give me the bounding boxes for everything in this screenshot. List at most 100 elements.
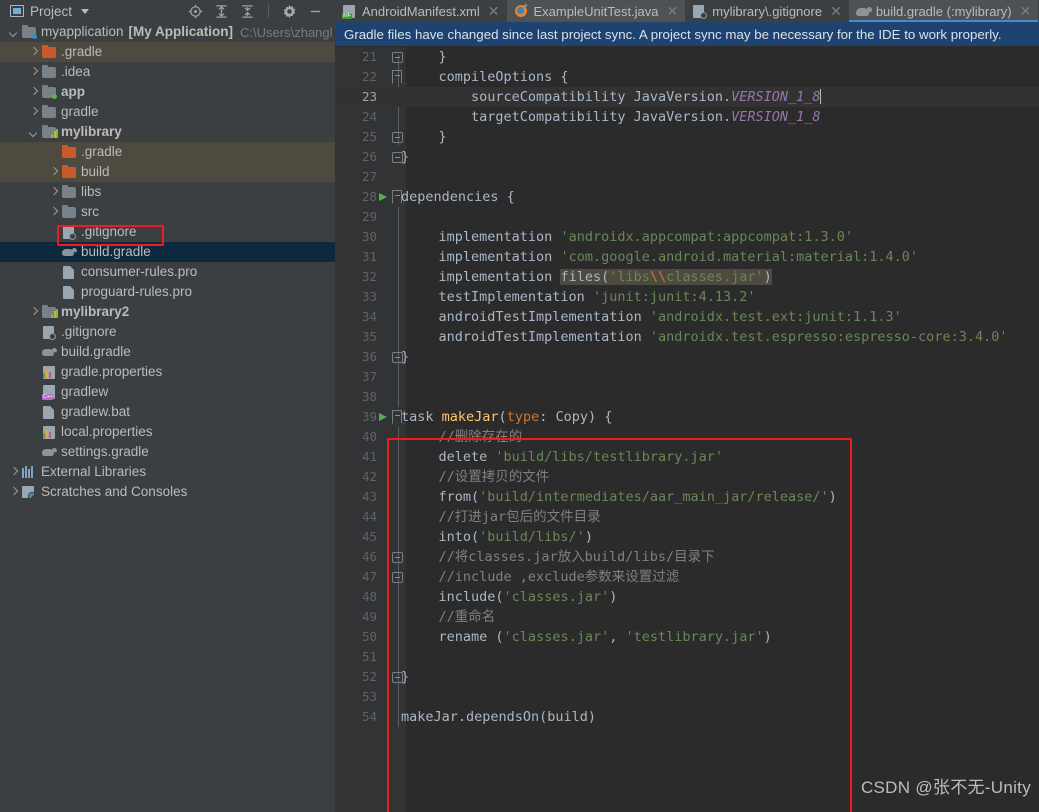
tree-row-mylibrary-gradle[interactable]: .gradle: [0, 142, 335, 162]
chevron-right-icon[interactable]: [48, 207, 59, 218]
code-line-current: 23 sourceCompatibility JavaVersion.VERSI…: [335, 87, 1039, 107]
code-line: 29: [335, 207, 1039, 227]
folder-grey-icon: [61, 204, 77, 220]
tree-row-settings-gradle[interactable]: settings.gradle: [0, 442, 335, 462]
project-tree[interactable]: myapplication [My Application] C:\Users\…: [0, 22, 335, 812]
close-icon[interactable]: ✕: [485, 4, 500, 18]
line-number: 37: [361, 369, 377, 384]
tab-build-gradle-mylibrary[interactable]: build.gradle (:mylibrary) ✕: [848, 0, 1039, 22]
chevron-down-icon[interactable]: [28, 127, 39, 138]
chevron-down-icon[interactable]: [81, 8, 90, 14]
code-line: 50 rename ('classes.jar', 'testlibrary.j…: [335, 627, 1039, 647]
chevron-right-icon[interactable]: [48, 187, 59, 198]
settings-gear-icon[interactable]: [282, 4, 297, 19]
tree-row-gradle-folder[interactable]: .gradle: [0, 42, 335, 62]
close-icon[interactable]: ✕: [1017, 4, 1032, 18]
tree-row-libs[interactable]: libs: [0, 182, 335, 202]
tree-row-mylibrary-gitignore[interactable]: .gitignore: [0, 222, 335, 242]
chevron-right-icon[interactable]: [8, 487, 19, 498]
line-number: 49: [361, 609, 377, 624]
line-number: 33: [361, 289, 377, 304]
code-line: 21 }: [335, 47, 1039, 67]
tree-row-mylibrary2[interactable]: mylibrary2: [0, 302, 335, 322]
expand-all-icon[interactable]: [214, 4, 229, 19]
code-line: 26}: [335, 147, 1039, 167]
tree-row-gradlew-bat[interactable]: gradlew.bat: [0, 402, 335, 422]
code-line: 27: [335, 167, 1039, 187]
tree-row-app[interactable]: app: [0, 82, 335, 102]
watermark-text: CSDN @张不无-Unity: [860, 778, 1031, 797]
line-number: 24: [361, 109, 377, 124]
line-number: 36: [361, 349, 377, 364]
tree-row-idea[interactable]: .idea: [0, 62, 335, 82]
chevron-right-icon[interactable]: [28, 67, 39, 78]
tree-row-consumer-rules[interactable]: consumer-rules.pro: [0, 262, 335, 282]
folder-orange-icon: [61, 164, 77, 180]
tab-mylibrary-gitignore[interactable]: mylibrary\.gitignore ✕: [685, 0, 849, 22]
fold-marker-icon[interactable]: [392, 70, 402, 83]
tree-row-gradle-dir[interactable]: gradle: [0, 102, 335, 122]
code-line: 36}: [335, 347, 1039, 367]
tab-example-unit-test-java[interactable]: ExampleUnitTest.java ✕: [506, 0, 686, 22]
code-line: 37: [335, 367, 1039, 387]
tree-row-mylibrary-build-gradle[interactable]: build.gradle: [0, 242, 335, 262]
tree-row-mylibrary[interactable]: mylibrary: [0, 122, 335, 142]
run-gutter-icon[interactable]: [379, 413, 387, 421]
run-gutter-icon[interactable]: [379, 193, 387, 201]
scratches-icon: [21, 484, 37, 500]
collapse-all-icon[interactable]: [240, 4, 255, 19]
chevron-right-icon[interactable]: [48, 167, 59, 178]
tree-row-src[interactable]: src: [0, 202, 335, 222]
code-lines: 21 } 22 compileOptions { 23 sourceCompat…: [335, 47, 1039, 727]
tree-row-local-properties[interactable]: local.properties: [0, 422, 335, 442]
chevron-right-icon[interactable]: [28, 87, 39, 98]
close-icon[interactable]: ✕: [664, 4, 679, 18]
fold-marker-icon[interactable]: [392, 52, 403, 63]
gradle-sync-notification-bar[interactable]: Gradle files have changed since last pro…: [335, 22, 1039, 47]
chevron-right-icon[interactable]: [28, 107, 39, 118]
gradle-file-icon: [41, 444, 57, 460]
locate-icon[interactable]: [188, 4, 203, 19]
project-tool-window: Project myapplication [My Application] C…: [0, 0, 335, 812]
line-number: 38: [361, 389, 377, 404]
tree-label: mylibrary: [61, 124, 122, 139]
chevron-right-icon[interactable]: [8, 467, 19, 478]
line-number: 44: [361, 509, 377, 524]
tree-row-external-libraries[interactable]: External Libraries: [0, 462, 335, 482]
toolbar-divider: [268, 4, 269, 18]
tree-row-root-build-gradle[interactable]: build.gradle: [0, 342, 335, 362]
code-line: 35 androidTestImplementation 'androidx.t…: [335, 327, 1039, 347]
tree-label: Scratches and Consoles: [41, 484, 188, 499]
tree-label: proguard-rules.pro: [81, 284, 193, 299]
text-file-icon: [61, 264, 77, 280]
chevron-right-icon[interactable]: [28, 307, 39, 318]
tab-label: AndroidManifest.xml: [362, 3, 480, 19]
code-line: 30 implementation 'androidx.appcompat:ap…: [335, 227, 1039, 247]
tree-label: .gradle: [61, 44, 103, 59]
project-panel-toolbar: [188, 4, 331, 19]
project-panel-title-group[interactable]: Project: [4, 3, 90, 19]
fold-marker-icon[interactable]: [392, 572, 403, 583]
fold-marker-icon[interactable]: [392, 552, 403, 563]
java-file-icon: [514, 4, 529, 19]
chevron-down-icon[interactable]: [8, 27, 19, 38]
tree-row-scratches-and-consoles[interactable]: Scratches and Consoles: [0, 482, 335, 502]
tree-row-myapplication[interactable]: myapplication [My Application] C:\Users\…: [0, 22, 335, 42]
tree-row-gradlew[interactable]: gradlew: [0, 382, 335, 402]
code-editor[interactable]: 21 } 22 compileOptions { 23 sourceCompat…: [335, 47, 1039, 812]
hide-panel-icon[interactable]: [308, 4, 323, 19]
tree-row-root-gitignore[interactable]: .gitignore: [0, 322, 335, 342]
tree-row-mylibrary-build[interactable]: build: [0, 162, 335, 182]
project-panel-title: Project: [30, 3, 73, 19]
tree-label: src: [81, 204, 99, 219]
tab-android-manifest-xml[interactable]: AndroidManifest.xml ✕: [335, 0, 507, 22]
tree-row-gradle-properties[interactable]: gradle.properties: [0, 362, 335, 382]
tree-row-proguard-rules[interactable]: proguard-rules.pro: [0, 282, 335, 302]
tree-label: mylibrary2: [61, 304, 130, 319]
line-number: 39: [361, 409, 377, 424]
chevron-right-icon[interactable]: [28, 47, 39, 58]
line-number: 32: [361, 269, 377, 284]
fold-marker-icon[interactable]: [392, 132, 403, 143]
close-icon[interactable]: ✕: [827, 4, 842, 18]
code-line: 53: [335, 687, 1039, 707]
